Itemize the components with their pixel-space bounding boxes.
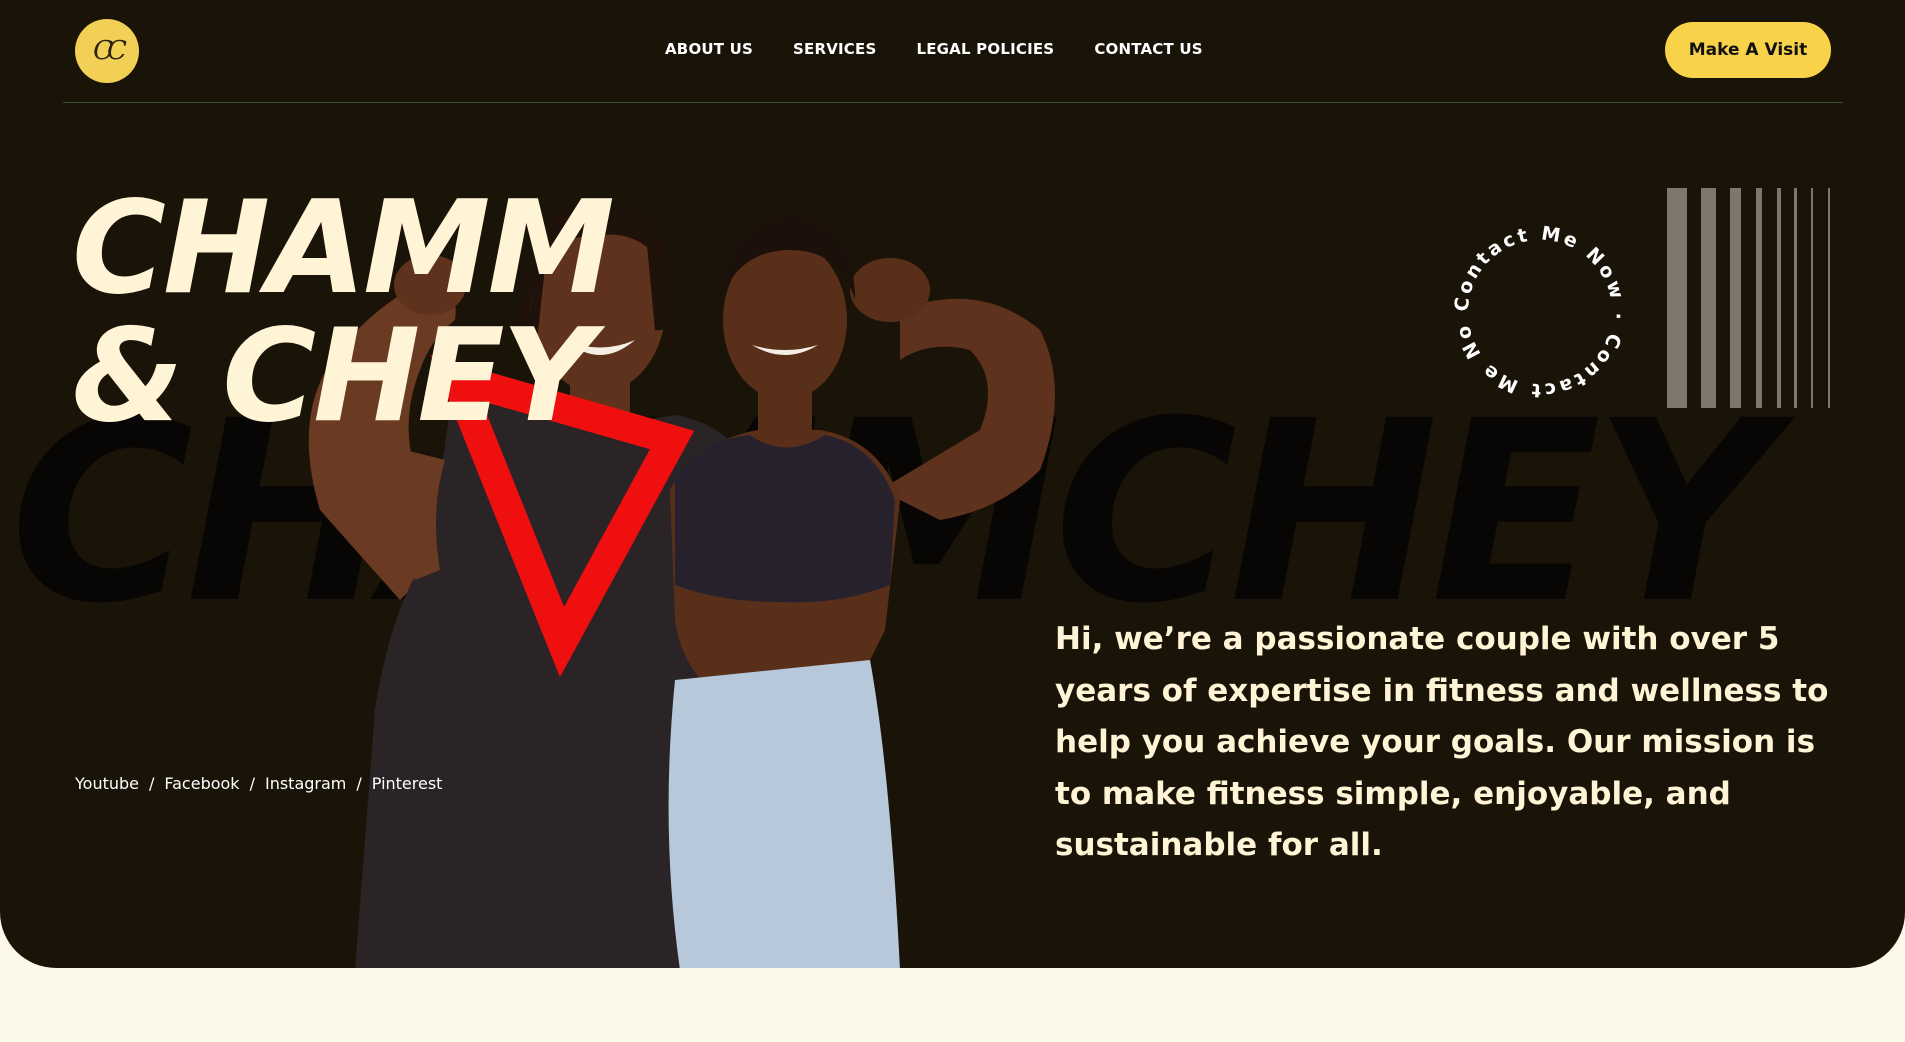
logo[interactable]: CC — [75, 19, 139, 83]
next-section — [0, 968, 1905, 1042]
woman-figure — [668, 215, 1055, 968]
nav-services[interactable]: SERVICES — [793, 40, 876, 58]
hero-title-line-1: CHAMM — [72, 174, 615, 323]
nav-about-us[interactable]: ABOUT US — [665, 40, 753, 58]
separator: / — [356, 774, 362, 793]
hero-title: CHAMM & CHEY — [72, 174, 615, 451]
social-pinterest[interactable]: Pinterest — [372, 774, 443, 793]
header-divider — [63, 102, 1843, 103]
separator: / — [249, 774, 255, 793]
nav-legal-policies[interactable]: LEGAL POLICIES — [916, 40, 1054, 58]
social-links: Youtube / Facebook / Instagram / Pintere… — [75, 774, 442, 793]
social-facebook[interactable]: Facebook — [164, 774, 239, 793]
make-a-visit-button[interactable]: Make A Visit — [1665, 22, 1831, 78]
hero-intro-text: Hi, we’re a passionate couple with over … — [1055, 621, 1829, 863]
hero-title-line-2: & CHEY — [72, 302, 594, 451]
social-instagram[interactable]: Instagram — [265, 774, 346, 793]
separator: / — [149, 774, 155, 793]
contact-ring-text: Contact Me Now · Contact Me Now · — [1450, 222, 1626, 401]
svg-text:Contact Me Now · Contact Me No: Contact Me Now · Contact Me Now · — [1450, 222, 1629, 401]
contact-me-now-badge[interactable]: Contact Me Now · Contact Me Now · — [1450, 222, 1630, 402]
nav-contact-us[interactable]: CONTACT US — [1094, 40, 1202, 58]
main-nav: ABOUT US SERVICES LEGAL POLICIES CONTACT… — [665, 40, 1203, 58]
hero-section: CC ABOUT US SERVICES LEGAL POLICIES CONT… — [0, 0, 1905, 968]
social-youtube[interactable]: Youtube — [75, 774, 139, 793]
logo-text: CC — [93, 36, 127, 66]
